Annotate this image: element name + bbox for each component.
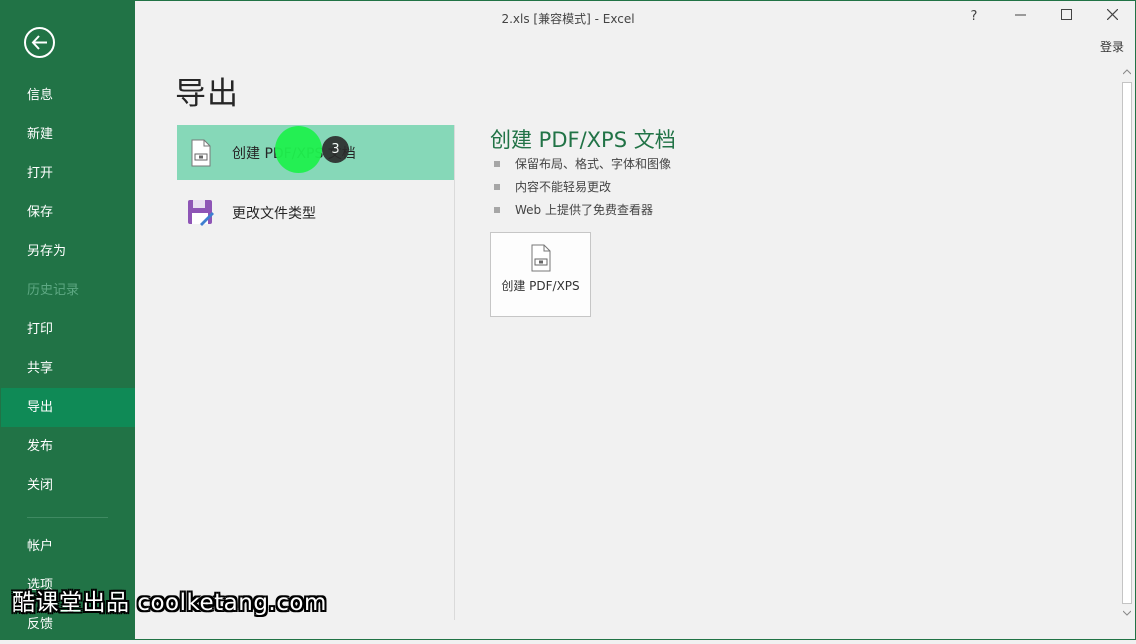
pane-divider — [454, 125, 455, 620]
nav-account[interactable]: 帐户 — [0, 527, 135, 566]
option-change-file-type[interactable]: 更改文件类型 — [177, 185, 454, 240]
nav-open[interactable]: 打开 — [0, 154, 135, 193]
signin-link[interactable]: 登录 — [1100, 38, 1124, 55]
nav-print[interactable]: 打印 — [0, 310, 135, 349]
nav-save[interactable]: 保存 — [0, 193, 135, 232]
minimize-button[interactable] — [1009, 8, 1031, 26]
create-pdf-xps-button[interactable]: 创建 PDF/XPS — [490, 232, 591, 317]
click-indicator — [275, 126, 322, 173]
nav-new[interactable]: 新建 — [0, 115, 135, 154]
nav-share[interactable]: 共享 — [0, 349, 135, 388]
scroll-down-button[interactable] — [1120, 607, 1134, 621]
detail-title: 创建 PDF/XPS 文档 — [490, 128, 676, 152]
window-border — [0, 0, 1136, 640]
nav-save-as[interactable]: 另存为 — [0, 232, 135, 271]
chevron-up-icon — [1122, 69, 1132, 75]
nav-publish[interactable]: 发布 — [0, 427, 135, 466]
maximize-icon — [1060, 9, 1072, 20]
chevron-down-icon — [1122, 610, 1132, 616]
nav-close[interactable]: 关闭 — [0, 466, 135, 505]
bullet-text: Web 上提供了免费查看器 — [515, 203, 653, 217]
scroll-up-button[interactable] — [1120, 66, 1134, 80]
create-pdf-xps-label: 创建 PDF/XPS — [501, 279, 580, 293]
pdf-document-icon — [191, 139, 211, 166]
help-button[interactable]: ? — [963, 8, 985, 26]
minimize-icon — [1014, 14, 1026, 16]
maximize-button[interactable] — [1055, 8, 1077, 26]
pdf-document-icon — [531, 244, 550, 272]
backstage-sidebar: 信息 新建 打开 保存 另存为 历史记录 打印 共享 导出 发布 关闭 帐户 选… — [0, 0, 135, 640]
nav-history: 历史记录 — [27, 283, 80, 298]
vertical-scrollbar[interactable] — [1120, 66, 1134, 621]
arrow-left-icon — [31, 35, 47, 50]
back-button[interactable] — [24, 27, 55, 58]
detail-bullet: Web 上提供了免费查看器 — [494, 201, 653, 218]
close-icon — [1106, 8, 1118, 21]
bullet-marker — [494, 160, 500, 167]
option-label: 更改文件类型 — [232, 205, 316, 222]
close-button[interactable] — [1101, 8, 1123, 26]
bullet-marker — [494, 206, 500, 213]
page-title: 导出 — [175, 76, 239, 112]
save-file-type-icon — [188, 199, 214, 226]
detail-bullet: 保留布局、格式、字体和图像 — [494, 155, 671, 172]
bullet-text: 保留布局、格式、字体和图像 — [515, 157, 672, 171]
sidebar-divider — [27, 517, 108, 518]
nav-info[interactable]: 信息 — [0, 76, 135, 115]
scroll-thumb[interactable] — [1122, 82, 1132, 604]
step-badge: 3 — [322, 136, 349, 163]
nav-export[interactable]: 导出 — [0, 388, 135, 427]
watermark: 酷课堂出品 coolketang.com — [12, 590, 327, 616]
bullet-marker — [494, 183, 500, 190]
bullet-text: 内容不能轻易更改 — [515, 180, 612, 194]
detail-bullet: 内容不能轻易更改 — [494, 178, 611, 195]
